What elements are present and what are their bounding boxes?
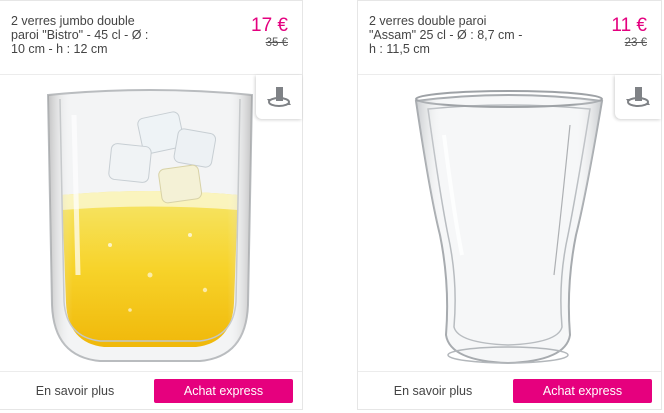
old-price: 23 € [624, 37, 647, 49]
card-footer: En savoir plus Achat express [0, 371, 302, 409]
product-title[interactable]: 2 verres jumbo double paroi "Bistro" - 4… [11, 14, 191, 56]
rotate-360-button[interactable] [256, 75, 302, 119]
learn-more-link[interactable]: En savoir plus [358, 372, 508, 409]
rotate-360-button[interactable] [615, 75, 661, 119]
double-wall-glass-with-drink-image [46, 89, 254, 362]
express-buy-button[interactable]: Achat express [154, 379, 293, 403]
product-title-line: 10 cm - h : 12 cm [11, 42, 108, 56]
product-title[interactable]: 2 verres double paroi "Assam" 25 cl - Ø … [369, 14, 549, 56]
rotate-360-icon [267, 87, 291, 107]
rotate-360-icon [626, 87, 650, 107]
learn-more-link[interactable]: En savoir plus [0, 372, 150, 409]
product-title-line: 2 verres jumbo double [11, 14, 135, 28]
product-title-line: h : 11,5 cm [369, 42, 430, 56]
product-image[interactable] [0, 75, 302, 371]
card-header: 2 verres jumbo double paroi "Bistro" - 4… [0, 1, 302, 75]
card-header: 2 verres double paroi "Assam" 25 cl - Ø … [358, 1, 661, 75]
product-title-line: "Assam" 25 cl - Ø : 8,7 cm - [369, 28, 523, 42]
card-footer: En savoir plus Achat express [358, 371, 661, 409]
product-title-line: 2 verres double paroi [369, 14, 487, 28]
price-box: 11 € 23 € [611, 15, 647, 50]
current-price: 17 € [251, 15, 288, 36]
product-card: 2 verres double paroi "Assam" 25 cl - Ø … [357, 0, 662, 410]
old-price: 35 € [265, 37, 288, 49]
price-box: 17 € 35 € [251, 15, 288, 50]
product-title-line: paroi "Bistro" - 45 cl - Ø : [11, 28, 149, 42]
express-buy-button[interactable]: Achat express [513, 379, 652, 403]
product-image[interactable] [358, 75, 661, 371]
product-card: 2 verres jumbo double paroi "Bistro" - 4… [0, 0, 303, 410]
current-price: 11 € [611, 15, 647, 36]
double-wall-glass-empty-image [414, 90, 604, 365]
